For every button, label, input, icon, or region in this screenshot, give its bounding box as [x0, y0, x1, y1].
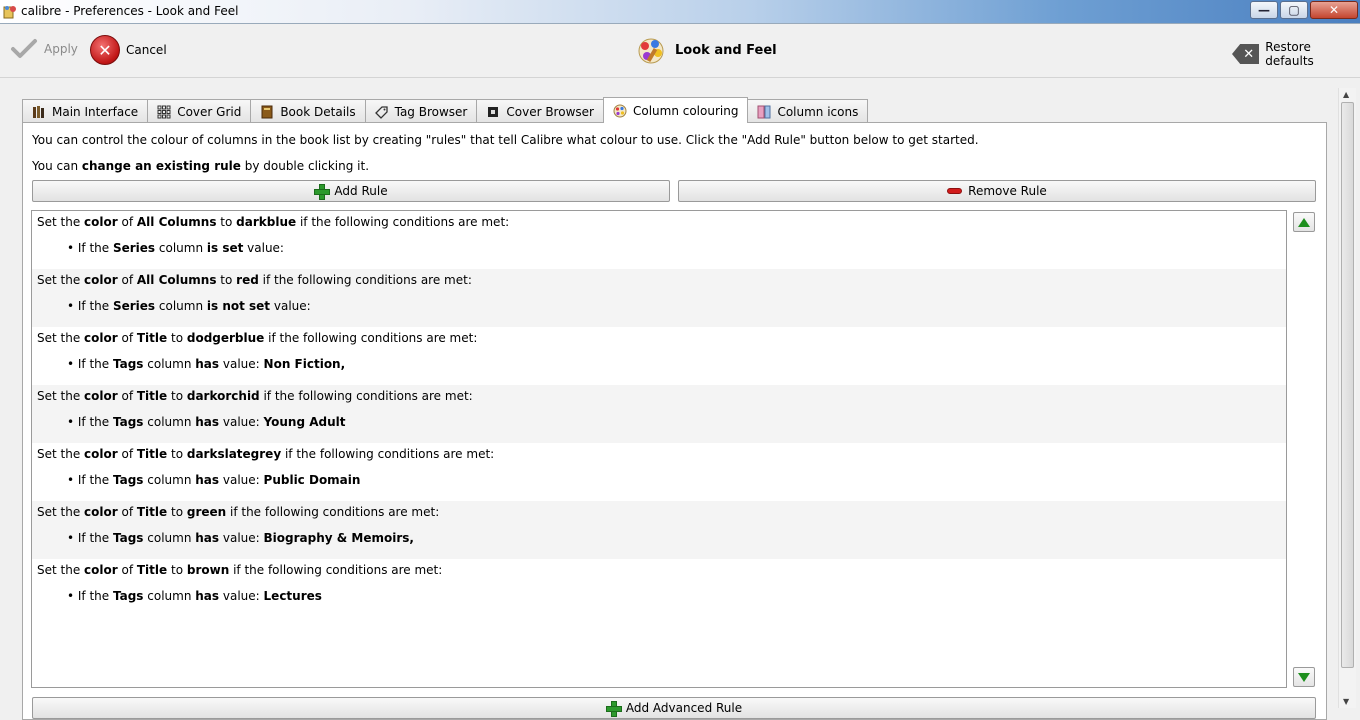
rule-item[interactable]: Set the color of Title to darkorchid if … [32, 385, 1286, 443]
title-bar: calibre - Preferences - Look and Feel — … [0, 0, 1360, 24]
rule-summary: Set the color of All Columns to darkblue… [37, 215, 510, 229]
calibre-app-icon [3, 6, 16, 19]
maximize-icon: ▢ [1288, 3, 1300, 17]
tab-label: Column colouring [632, 103, 739, 118]
arrow-down-icon [1298, 672, 1310, 682]
remove-rule-button[interactable]: Remove Rule [678, 180, 1316, 202]
cancel-button[interactable]: ✕ Cancel [90, 35, 167, 65]
add-advanced-rule-label: Add Advanced Rule [625, 701, 743, 715]
book-icon [261, 105, 273, 118]
palette-icon [613, 104, 627, 117]
tag-icon [374, 105, 388, 119]
cancel-label: Cancel [126, 43, 167, 57]
rule-summary: Set the color of All Columns to red if t… [37, 273, 472, 287]
tab-column-colouring[interactable]: Column colouring [602, 97, 749, 123]
rule-summary: Set the color of Title to green if the f… [37, 505, 440, 519]
rule-item[interactable]: Set the color of All Columns to darkblue… [32, 211, 1286, 269]
restore-defaults-icon: ✕ [1232, 44, 1260, 64]
minimize-button[interactable]: — [1250, 1, 1278, 19]
window-title: calibre - Preferences - Look and Feel [21, 4, 239, 18]
vertical-scrollbar[interactable]: ▲ ▼ [1338, 88, 1356, 708]
rule-summary: Set the color of Title to brown if the f… [37, 563, 443, 577]
preferences-tabs: Main Interface Cover Grid Book Details T… [22, 97, 869, 123]
rule-item[interactable]: Set the color of Title to dodgerblue if … [32, 327, 1286, 385]
minimize-icon: — [1258, 3, 1270, 17]
minus-icon [947, 188, 963, 194]
scroll-up-icon[interactable]: ▲ [1343, 90, 1349, 99]
cover-icon [488, 106, 499, 117]
tab-column-icons[interactable]: Column icons [747, 99, 869, 123]
cancel-icon: ✕ [90, 35, 120, 65]
arrow-up-icon [1298, 217, 1310, 227]
rule-condition: • If the Tags column has value: Non Fict… [67, 357, 346, 371]
checkmark-icon [11, 39, 37, 58]
column-colouring-panel: You can control the colour of columns in… [22, 122, 1327, 720]
rule-condition: • If the Series column is set value: [67, 241, 284, 255]
move-rule-up-button[interactable] [1293, 212, 1315, 232]
preferences-toolbar: Apply ✕ Cancel Look and Feel ✕ Restore d… [0, 24, 1360, 78]
rule-summary: Set the color of Title to dodgerblue if … [37, 331, 478, 345]
tab-label: Cover Grid [177, 104, 242, 119]
remove-rule-label: Remove Rule [968, 184, 1047, 198]
tab-label: Main Interface [52, 104, 139, 119]
rule-summary: Set the color of Title to darkslategrey … [37, 447, 495, 461]
rule-item[interactable]: Set the color of All Columns to red if t… [32, 269, 1286, 327]
restore-defaults-label: Restore defaults [1265, 40, 1314, 68]
add-advanced-rule-button[interactable]: Add Advanced Rule [32, 697, 1316, 719]
books-icon [33, 105, 44, 118]
tab-label: Book Details [280, 104, 356, 119]
tab-tag-browser[interactable]: Tag Browser [364, 99, 478, 123]
tab-cover-grid[interactable]: Cover Grid [147, 99, 252, 123]
add-rule-label: Add Rule [334, 184, 388, 198]
tab-main-interface[interactable]: Main Interface [22, 99, 149, 123]
close-icon: ✕ [1328, 3, 1340, 17]
plus-icon [314, 184, 331, 200]
rules-list[interactable]: Set the color of All Columns to darkblue… [31, 210, 1287, 688]
column-icons-icon [757, 105, 771, 118]
rule-item[interactable]: Set the color of Title to green if the f… [32, 501, 1286, 559]
edit-hint-text: You can change an existing rule by doubl… [32, 159, 370, 173]
plus-icon [605, 701, 622, 717]
apply-label: Apply [44, 42, 78, 56]
rule-summary: Set the color of Title to darkorchid if … [37, 389, 473, 403]
rule-item[interactable]: Set the color of Title to brown if the f… [32, 559, 1286, 617]
rule-item[interactable]: Set the color of Title to darkslategrey … [32, 443, 1286, 501]
rule-condition: • If the Tags column has value: Biograph… [67, 531, 414, 545]
tab-label: Column icons [777, 104, 859, 119]
scrollbar-thumb[interactable] [1341, 102, 1354, 668]
rule-condition: • If the Tags column has value: Public D… [67, 473, 361, 487]
tab-label: Tag Browser [394, 104, 468, 119]
apply-button[interactable]: Apply [10, 38, 78, 60]
look-and-feel-icon [638, 38, 664, 64]
tab-label: Cover Browser [506, 104, 594, 119]
tab-book-details[interactable]: Book Details [250, 99, 366, 123]
maximize-button[interactable]: ▢ [1280, 1, 1308, 19]
instructions-text: You can control the colour of columns in… [32, 133, 979, 147]
section-title: Look and Feel [635, 34, 777, 66]
close-window-button[interactable]: ✕ [1310, 1, 1358, 19]
grid-icon [157, 105, 171, 118]
rule-condition: • If the Series column is not set value: [67, 299, 311, 313]
move-rule-down-button[interactable] [1293, 667, 1315, 687]
rule-condition: • If the Tags column has value: Lectures [67, 589, 322, 603]
add-rule-button[interactable]: Add Rule [32, 180, 670, 202]
rule-condition: • If the Tags column has value: Young Ad… [67, 415, 346, 429]
scroll-down-icon[interactable]: ▼ [1343, 697, 1349, 706]
restore-defaults-button[interactable]: ✕ Restore defaults [1232, 40, 1360, 68]
tab-cover-browser[interactable]: Cover Browser [476, 99, 604, 123]
section-title-label: Look and Feel [675, 42, 777, 58]
